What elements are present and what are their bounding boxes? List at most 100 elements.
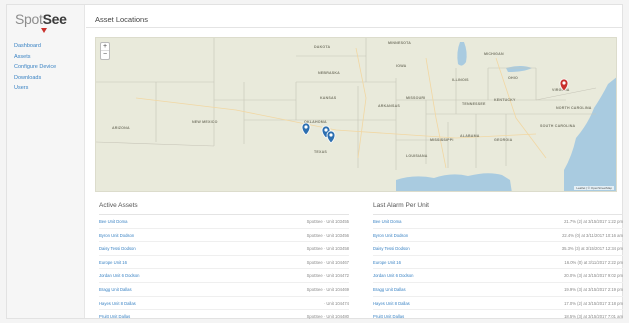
asset-unit: · Unit 104474 — [323, 300, 349, 306]
list-item: Daisy Tessi Dodson 35.3% (3) at 3/15/2017… — [373, 242, 623, 256]
alarm-reading: 21.7% (2) at 3/15/2017 1:22 pm — [564, 219, 623, 224]
zoom-control: + − — [100, 42, 110, 60]
list-item: Bee Unit Doma 21.7% (2) at 3/15/2017 1:22… — [373, 215, 623, 229]
page-title: Asset Locations — [95, 15, 148, 24]
list-item: Hayes Unit 8 Dallas 17.0% (2) at 3/15/201… — [373, 297, 623, 311]
lake-erie — [506, 66, 532, 72]
atlantic-ocean — [564, 77, 616, 191]
active-assets-list: Bee Unit Doma SpotSee · Unit 103455 Byron… — [99, 215, 349, 323]
asset-unit: SpotSee · Unit 104472 — [306, 273, 349, 279]
asset-unit: SpotSee · Unit 103456 — [306, 232, 349, 238]
map-label: MISSOURI — [406, 96, 426, 100]
sidebar-item-configure-device[interactable]: Configure Device — [14, 62, 56, 73]
map-label: ARIZONA — [112, 126, 130, 130]
last-alarm-list: Bee Unit Doma 21.7% (2) at 3/15/2017 1:22… — [373, 215, 623, 323]
map-label: ARKANSAS — [378, 104, 400, 108]
map-label: LOUISIANA — [406, 154, 428, 158]
map-label: IOWA — [396, 64, 407, 68]
asset-unit: SpotSee · Unit 104469 — [306, 286, 349, 292]
sidebar: SpotSee Dashboard Assets Configure Devic… — [7, 5, 85, 318]
asset-link[interactable]: Pruitt Unit Dallas — [99, 310, 130, 323]
last-alarm-title: Last Alarm Per Unit — [373, 201, 623, 215]
unit-link[interactable]: Daisy Tessi Dodson — [373, 242, 410, 256]
unit-link[interactable]: Pruitt Unit Dallas — [373, 310, 404, 323]
list-item: Byron Unit Dodson 22.4% (0) at 3/11/2017 … — [373, 229, 623, 243]
sidebar-item-assets[interactable]: Assets — [14, 52, 56, 63]
alarm-reading: 17.0% (2) at 3/15/2017 3:18 pm — [564, 300, 623, 306]
map-label: SOUTH CAROLINA — [540, 124, 576, 128]
list-item: Europe Unit 16 SpotSee · Unit 104467 — [99, 256, 349, 270]
asset-unit: SpotSee · Unit 103455 — [306, 219, 349, 224]
alarm-reading: 18.5% (3) at 3/15/2017 7:01 am — [564, 314, 623, 320]
asset-link[interactable]: Bee Unit Doma — [99, 215, 127, 229]
page-frame: SpotSee Dashboard Assets Configure Devic… — [6, 4, 623, 323]
alarm-reading: 35.3% (3) at 3/15/2017 12:34 pm — [561, 246, 623, 252]
unit-link[interactable]: Europe Unit 16 — [373, 256, 401, 270]
asset-link[interactable]: Daisy Tessi Dodson — [99, 242, 136, 256]
asset-unit: SpotSee · Unit 104480 — [306, 314, 349, 320]
asset-link[interactable]: Europe Unit 16 — [99, 256, 127, 270]
map-label: TENNESSEE — [462, 102, 486, 106]
alarm-reading: 20.0% (3) at 3/15/2017 9:02 pm — [564, 273, 623, 279]
unit-link[interactable]: Hayes Unit 8 Dallas — [373, 297, 410, 311]
map-label: OKLAHOMA — [304, 120, 327, 124]
sidebar-item-dashboard[interactable]: Dashboard — [14, 41, 56, 52]
map-label: GEORGIA — [494, 138, 513, 142]
location-pin-icon — [41, 28, 47, 33]
list-item: Jordan Unit 6 Dodson SpotSee · Unit 10447… — [99, 269, 349, 283]
alarm-reading: 19.9% (3) at 3/15/2017 2:19 pm — [564, 286, 623, 292]
map-label: KANSAS — [320, 96, 337, 100]
active-assets-panel: Active Assets Bee Unit Doma SpotSee · Uni… — [99, 201, 349, 323]
alarm-reading: 22.4% (0) at 3/11/2017 10:16 am — [562, 232, 623, 238]
zoom-in-button[interactable]: + — [101, 43, 109, 51]
brand-logo[interactable]: SpotSee — [15, 11, 67, 33]
map-canvas — [96, 38, 616, 191]
highways — [135, 47, 547, 169]
sidebar-nav: Dashboard Assets Configure Device Downlo… — [14, 41, 56, 94]
list-item: Hayes Unit 8 Dallas · Unit 104474 — [99, 297, 349, 311]
gulf-of-mexico — [396, 173, 512, 191]
unit-link[interactable]: Jordan Unit 6 Dodson — [373, 269, 414, 283]
asset-unit: SpotSee · Unit 103458 — [306, 246, 349, 252]
list-item: Pruitt Unit Dallas SpotSee · Unit 104480 — [99, 310, 349, 323]
header-divider — [86, 27, 623, 28]
lake-michigan — [457, 42, 467, 66]
map-label: MISSISSIPPI — [430, 138, 454, 142]
map-label: VIRGINIA — [552, 88, 570, 92]
last-alarm-panel: Last Alarm Per Unit Bee Unit Doma 21.7% (… — [373, 201, 623, 323]
list-item: Bee Unit Doma SpotSee · Unit 103455 — [99, 215, 349, 229]
unit-link[interactable]: Bragg Unit Dallas — [373, 283, 406, 297]
list-item: Bragg Unit Dallas 19.9% (3) at 3/15/2017 … — [373, 283, 623, 297]
alarm-reading: 16.0% (0) at 3/11/2017 2:22 pm — [564, 259, 623, 265]
map-attribution[interactable]: Leaflet | © OpenStreetMap — [574, 186, 614, 190]
list-item: Bragg Unit Dallas SpotSee · Unit 104469 — [99, 283, 349, 297]
asset-link[interactable]: Bragg Unit Dallas — [99, 283, 132, 297]
active-assets-title: Active Assets — [99, 201, 349, 215]
map-label: ILLINOIS — [452, 78, 469, 82]
map-label: NORTH CAROLINA — [556, 106, 592, 110]
map-label: MICHIGAN — [484, 52, 504, 56]
map-label: NEW MEXICO — [192, 120, 218, 124]
asset-link[interactable]: Byron Unit Dodson — [99, 229, 134, 243]
map-label: NEBRASKA — [318, 71, 340, 75]
unit-link[interactable]: Bee Unit Doma — [373, 215, 401, 229]
asset-map[interactable]: + − DAKOTA MINNESOTA MICHIGAN NEBRASKA I… — [95, 37, 617, 192]
map-label: MINNESOTA — [388, 41, 412, 45]
map-label: DAKOTA — [314, 45, 331, 49]
sidebar-item-downloads[interactable]: Downloads — [14, 73, 56, 84]
sidebar-item-users[interactable]: Users — [14, 83, 56, 94]
map-label: ALABAMA — [460, 134, 480, 138]
list-item: Pruitt Unit Dallas 18.5% (3) at 3/15/2017… — [373, 310, 623, 323]
list-item: Byron Unit Dodson SpotSee · Unit 103456 — [99, 229, 349, 243]
asset-link[interactable]: Hayes Unit 8 Dallas — [99, 297, 136, 311]
zoom-out-button[interactable]: − — [101, 51, 109, 59]
map-label: KENTUCKY — [494, 98, 516, 102]
asset-unit: SpotSee · Unit 104467 — [306, 259, 349, 265]
map-label: TEXAS — [314, 150, 327, 154]
map-label: OHIO — [508, 76, 518, 80]
list-item: Europe Unit 16 16.0% (0) at 3/11/2017 2:2… — [373, 256, 623, 270]
list-item: Daisy Tessi Dodson SpotSee · Unit 103458 — [99, 242, 349, 256]
asset-link[interactable]: Jordan Unit 6 Dodson — [99, 269, 140, 283]
unit-link[interactable]: Byron Unit Dodson — [373, 229, 408, 243]
state-borders — [96, 38, 597, 170]
